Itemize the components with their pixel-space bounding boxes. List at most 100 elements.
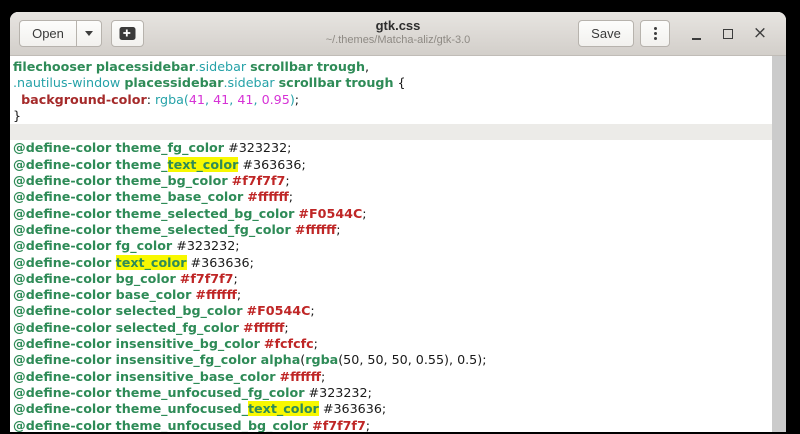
code-line: @define-color text_color #363636; [10,254,772,271]
code-token: @define-color theme_selected_bg_color [13,205,295,221]
code-line: .nautilus-window placessidebar.sidebar s… [10,75,772,91]
chevron-down-icon [85,31,93,36]
code-token: #f7f7f7 [312,417,366,432]
code-line: background-color: rgba(41, 41, 41, 0.95)… [10,92,772,108]
code-token: @define-color [13,254,116,270]
code-token: @define-color theme_unfocused_bg_color [13,417,309,432]
code-token: ; [313,336,318,352]
code-token: #f7f7f7 [179,270,234,286]
code-token: #323232; [172,238,240,254]
search-match-highlight: text_color [115,254,187,270]
code-token: @define-color theme_unfocused_ [13,401,248,417]
minimize-icon [691,37,701,40]
code-line: @define-color theme_bg_color #f7f7f7; [10,173,772,189]
code-line: @define-color theme_text_color #363636; [10,156,772,173]
code-token: #ffffff [294,221,337,237]
open-button[interactable]: Open [19,20,77,47]
code-token: @define-color insensitive_base_color [13,368,276,384]
maximize-icon [723,28,733,39]
code-token: @define-color theme_unfocused_fg_color [13,384,305,400]
text-editor[interactable]: filechooser placessidebar.sidebar scroll… [10,59,772,432]
close-button[interactable]: × [744,20,776,47]
minimize-button[interactable] [680,20,712,47]
editor-content: filechooser placessidebar.sidebar scroll… [10,56,786,432]
code-token: 41 [188,91,206,107]
code-token: #323232; [304,384,372,400]
code-token: , [365,59,370,74]
code-token: ; [236,287,242,303]
code-token: (50, 50, 50, 0.55), 0.5); [338,352,487,368]
code-line: @define-color theme_unfocused_text_color… [10,401,772,417]
code-token: #323232; [224,140,292,156]
code-line: @define-color selected_fg_color #ffffff; [10,320,772,336]
code-token: @define-color insensitive_bg_color [13,336,260,352]
code-token: @define-color theme_fg_color [13,140,225,156]
headerbar: Open gtk.css ~/.themes/Matcha-aliz/gtk-3… [10,12,786,56]
code-line: @define-color insensitive_fg_color alpha… [10,352,772,368]
code-line: @define-color theme_base_color #ffffff; [10,189,772,205]
code-token: #363636; [238,156,306,172]
code-line: @define-color base_color #ffffff; [10,287,772,303]
code-token: #F0544C [298,205,363,221]
code-token: #f7f7f7 [231,173,286,189]
code-line: @define-color bg_color #f7f7f7; [10,271,772,287]
code-token: #ffffff [279,368,321,384]
code-token: { [393,75,406,91]
code-token: filechooser [13,59,92,74]
code-line: @define-color insensitive_bg_color #fcfc… [10,336,772,352]
code-token: @define-color theme_ [13,156,168,172]
code-token: @define-color base_color [13,287,192,303]
code-token: ; [288,189,294,205]
code-line: @define-color theme_selected_fg_color #f… [10,222,772,238]
code-token: #ffffff [195,287,237,303]
vertical-scrollbar[interactable] [772,56,786,432]
code-token: @define-color fg_color [13,238,173,254]
code-token: scrollbar [250,59,313,74]
save-button[interactable]: Save [578,20,634,47]
code-token: 41 [237,91,254,107]
code-token: .sidebar [223,75,275,91]
search-match-highlight: text_color [167,156,239,172]
code-line: } [10,108,772,124]
code-token: ; [365,417,371,432]
code-token: #ffffff [247,189,289,205]
code-token: : [146,91,156,107]
code-line: @define-color fg_color #323232; [10,238,772,254]
headerbar-left-group: Open [19,20,144,47]
code-token: trough [345,75,394,91]
code-line: filechooser placessidebar.sidebar scroll… [10,59,772,75]
code-line: @define-color selected_bg_color #F0544C; [10,303,772,319]
code-token: #363636; [318,401,387,417]
maximize-button[interactable] [712,20,744,47]
code-token: , [205,91,214,107]
desktop-background: { "window": { "title": "gtk.css", "subti… [0,0,800,434]
code-token: ; [285,173,290,189]
code-token: 41 [213,91,230,107]
code-token: } [13,107,22,123]
code-token: @define-color insensitive_fg_color alpha [13,352,301,368]
code-token: @define-color selected_fg_color [13,319,239,335]
code-token: .nautilus-window [13,75,121,91]
code-token: rgba [305,352,339,368]
code-line: @define-color theme_unfocused_bg_color #… [10,418,772,432]
code-token: ; [362,205,367,221]
headerbar-right-group: Save × [578,20,776,47]
code-token: #fcfcfc [263,336,314,352]
code-token: trough [316,59,365,74]
open-recent-dropdown-button[interactable] [76,20,102,47]
code-token: @define-color selected_bg_color [13,303,243,319]
code-token: rgba( [155,91,189,107]
code-token: ; [284,319,289,335]
code-token: @define-color bg_color [13,270,176,286]
code-token: ; [294,91,300,107]
gedit-window: Open gtk.css ~/.themes/Matcha-aliz/gtk-3… [10,12,786,432]
code-token: scrollbar [278,75,342,91]
code-token: 0.95 [261,91,290,107]
code-line: @define-color insensitive_base_color #ff… [10,369,772,385]
code-token: #ffffff [242,319,285,335]
code-line: @define-color theme_selected_bg_color #F… [10,206,772,222]
menu-button[interactable] [640,20,670,47]
code-token: background-color [21,91,147,107]
search-match-highlight: text_color [247,401,319,417]
